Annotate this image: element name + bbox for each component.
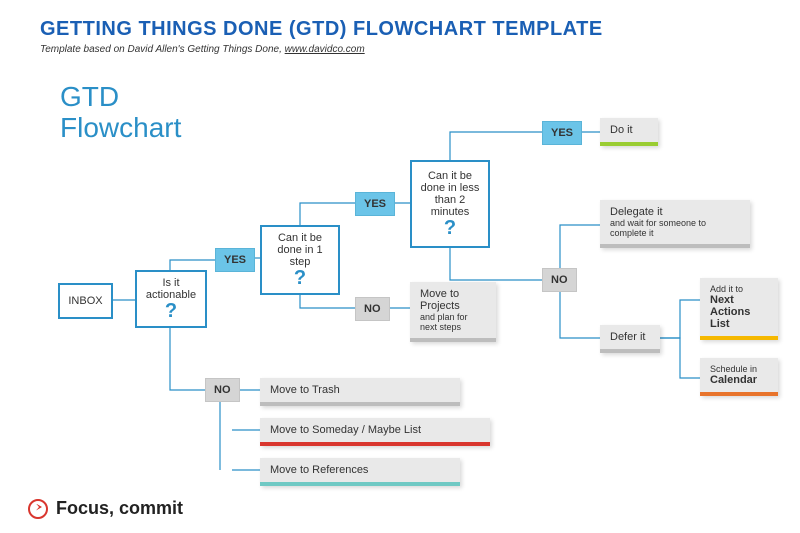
do-it-text: Do it bbox=[610, 124, 633, 136]
pill-no-1: NO bbox=[205, 378, 240, 402]
one-step-text: Can it be done in 1 step bbox=[268, 232, 332, 268]
subtitle-link[interactable]: www.davidco.com bbox=[285, 44, 365, 55]
action-trash: Move to Trash bbox=[260, 378, 460, 406]
references-text: Move to References bbox=[270, 464, 368, 476]
pill-no-3: NO bbox=[542, 268, 577, 292]
next-actions-accent bbox=[700, 336, 778, 340]
do-it-accent bbox=[600, 142, 658, 146]
delegate-l2: and wait for someone to complete it bbox=[610, 218, 740, 238]
stopwatch-icon bbox=[28, 499, 48, 519]
flowchart-heading: GTD Flowchart bbox=[60, 82, 181, 144]
action-defer: Defer it bbox=[600, 325, 660, 353]
trash-accent bbox=[260, 402, 460, 406]
next-actions-l1: Add it to bbox=[710, 284, 768, 294]
connectors bbox=[0, 0, 800, 533]
flowchart-heading-l2: Flowchart bbox=[60, 113, 181, 144]
inbox-accent bbox=[60, 320, 111, 325]
q-icon: ? bbox=[444, 218, 456, 238]
next-actions-l2: Next Actions List bbox=[710, 294, 768, 330]
defer-text: Defer it bbox=[610, 331, 645, 343]
page-title: GETTING THINGS DONE (GTD) FLOWCHART TEMP… bbox=[40, 18, 603, 41]
calendar-l2: Calendar bbox=[710, 374, 768, 386]
pill-yes-2: YES bbox=[355, 192, 395, 216]
calendar-accent bbox=[700, 392, 778, 396]
action-references: Move to References bbox=[260, 458, 460, 486]
references-accent bbox=[260, 482, 460, 486]
action-projects: Move to Projects and plan for next steps bbox=[410, 282, 496, 342]
subtitle: Template based on David Allen's Getting … bbox=[40, 44, 365, 55]
footer-text: Focus, commit bbox=[56, 498, 183, 519]
someday-text: Move to Someday / Maybe List bbox=[270, 424, 421, 436]
action-next-actions: Add it to Next Actions List bbox=[700, 278, 778, 340]
someday-accent bbox=[260, 442, 490, 446]
node-actionable: Is it actionable ? bbox=[135, 270, 207, 328]
action-someday: Move to Someday / Maybe List bbox=[260, 418, 490, 446]
two-min-text: Can it be done in less than 2 minutes bbox=[418, 170, 482, 218]
delegate-accent bbox=[600, 244, 750, 248]
projects-accent bbox=[410, 338, 496, 342]
pill-yes-3: YES bbox=[542, 121, 582, 145]
footer: Focus, commit bbox=[28, 498, 183, 519]
q-icon: ? bbox=[165, 301, 177, 321]
action-calendar: Schedule in Calendar bbox=[700, 358, 778, 396]
defer-accent bbox=[600, 349, 660, 353]
trash-text: Move to Trash bbox=[270, 384, 340, 396]
projects-l2: and plan for next steps bbox=[420, 312, 486, 332]
inbox-label: INBOX bbox=[68, 295, 102, 307]
subtitle-text: Template based on David Allen's Getting … bbox=[40, 44, 285, 55]
node-inbox: INBOX bbox=[58, 283, 113, 319]
action-do-it: Do it bbox=[600, 118, 658, 146]
node-one-step: Can it be done in 1 step ? bbox=[260, 225, 340, 295]
delegate-l1: Delegate it bbox=[610, 206, 740, 218]
action-delegate: Delegate it and wait for someone to comp… bbox=[600, 200, 750, 248]
calendar-l1: Schedule in bbox=[710, 364, 768, 374]
q-icon: ? bbox=[294, 268, 306, 288]
node-two-minutes: Can it be done in less than 2 minutes ? bbox=[410, 160, 490, 248]
projects-l1: Move to Projects bbox=[420, 288, 486, 312]
flowchart-heading-l1: GTD bbox=[60, 82, 181, 113]
pill-no-2: NO bbox=[355, 297, 390, 321]
pill-yes-1: YES bbox=[215, 248, 255, 272]
actionable-text: Is it actionable bbox=[143, 277, 199, 301]
